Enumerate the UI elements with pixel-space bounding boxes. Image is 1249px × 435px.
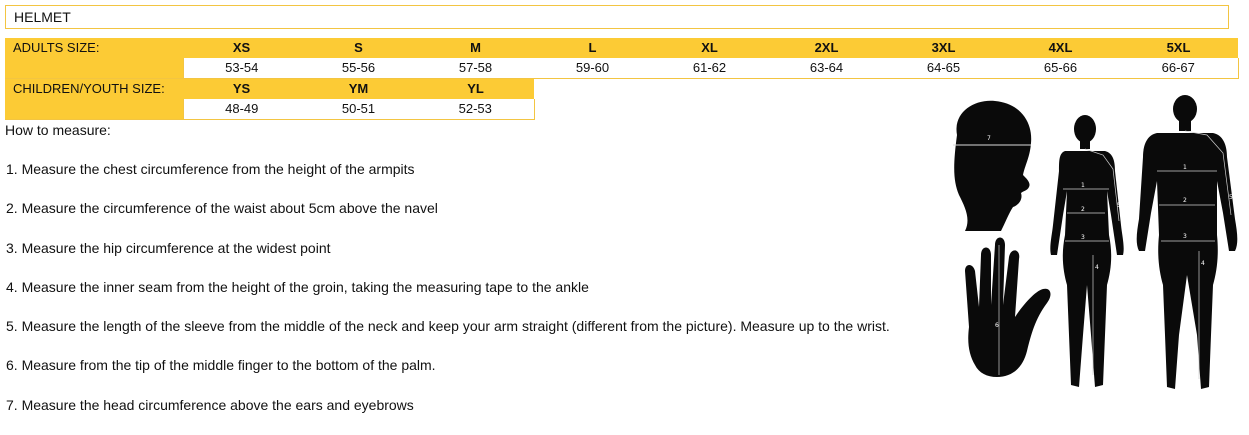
adult-range-cell: 65-66	[1002, 58, 1119, 79]
measure-step: 7. Measure the head circumference above …	[6, 396, 414, 413]
page-title: HELMET	[5, 5, 1229, 29]
woman-mark: 5	[1117, 202, 1121, 209]
adult-range-cell: 57-58	[417, 58, 534, 79]
head-mark: 7	[987, 135, 991, 142]
man-mark: 1	[1183, 164, 1187, 171]
adult-size-header: XL	[701, 40, 718, 55]
adult-range-cell: 53-54	[182, 58, 300, 79]
measure-steps-list: 1. Measure the chest circumference from …	[6, 160, 890, 435]
adult-size-header: XS	[232, 40, 251, 55]
row-spacer	[5, 99, 183, 120]
adult-range-cell: 55-56	[300, 58, 417, 79]
woman-mark: 2	[1081, 206, 1085, 213]
adult-range-cell: 64-65	[885, 58, 1002, 79]
woman-mark: 1	[1081, 182, 1085, 189]
adult-size-header: S	[354, 40, 363, 55]
child-range-cell: 48-49	[182, 99, 300, 120]
adult-size-header: M	[470, 40, 481, 55]
adult-range-cell: 63-64	[768, 58, 885, 79]
measurement-illustration: 7 6 1 2 3 4 5 1 2 3 4 5	[953, 95, 1238, 389]
children-size-label: CHILDREN/YOUTH SIZE:	[5, 78, 183, 99]
hand-mark: 6	[995, 322, 999, 329]
woman-mark: 4	[1095, 264, 1099, 271]
measure-step: 4. Measure the inner seam from the heigh…	[6, 278, 589, 295]
woman-silhouette	[1050, 115, 1124, 387]
head-silhouette	[954, 100, 1032, 231]
adult-range-cell: 61-62	[651, 58, 768, 79]
measure-step: 1. Measure the chest circumference from …	[6, 161, 415, 177]
child-range-cell: 52-53	[417, 99, 535, 120]
child-size-header: YL	[417, 78, 534, 99]
man-mark: 3	[1183, 233, 1187, 240]
measure-step: 3. Measure the hip circumference at the …	[6, 239, 331, 256]
adult-size-header: 2XL	[814, 40, 839, 55]
man-mark: 5	[1229, 194, 1233, 201]
woman-mark: 3	[1081, 234, 1085, 241]
adult-size-row: ADULTS SIZE: XS S M L XL 2XL 3XL 4XL 5XL	[5, 38, 1238, 58]
adult-range-row: 53-54 55-56 57-58 59-60 61-62 63-64 64-6…	[5, 58, 1239, 79]
measure-step: 6. Measure from the tip of the middle fi…	[6, 357, 436, 374]
adult-size-header: L	[588, 40, 597, 55]
adult-size-header: 3XL	[931, 40, 956, 55]
measurement-figures: 7 6 1 2 3 4 5 1 2 3 4 5	[935, 95, 1245, 420]
measure-step: 5. Measure the length of the sleeve from…	[6, 318, 890, 335]
hand-silhouette	[965, 237, 1051, 377]
adult-size-header: 5XL	[1166, 40, 1191, 55]
child-size-header: YS	[183, 78, 300, 99]
how-to-measure-heading: How to measure:	[5, 122, 111, 138]
adult-range-cell: 59-60	[534, 58, 651, 79]
measure-step: 2. Measure the circumference of the wais…	[6, 200, 438, 217]
child-range-cell: 50-51	[300, 99, 417, 120]
man-mark: 4	[1201, 260, 1205, 267]
man-silhouette	[1136, 95, 1238, 389]
adults-size-label: ADULTS SIZE:	[13, 40, 100, 55]
man-mark: 2	[1183, 197, 1187, 204]
adult-range-cell: 66-67	[1119, 58, 1239, 79]
adult-size-header: 4XL	[1048, 40, 1073, 55]
child-size-header: YM	[300, 78, 417, 99]
row-spacer	[5, 58, 183, 79]
